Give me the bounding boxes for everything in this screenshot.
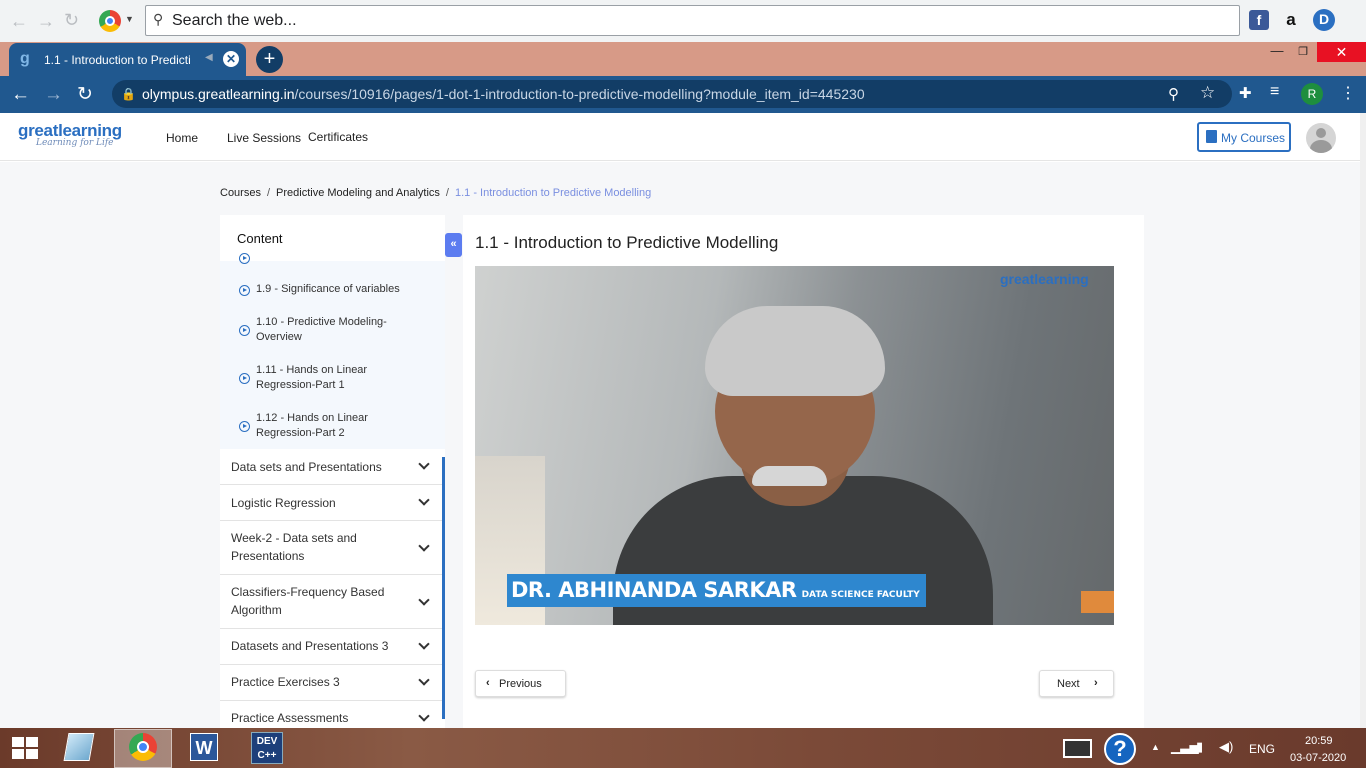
window-close-icon[interactable]: ✕ <box>1317 42 1366 62</box>
back-icon[interactable]: ← <box>10 11 28 32</box>
help-icon[interactable]: ? <box>1104 733 1136 765</box>
chevron-down-icon <box>418 458 430 470</box>
windows-start-icon[interactable] <box>12 737 38 759</box>
chevron-down-icon <box>418 710 430 722</box>
play-circle-icon <box>239 253 250 264</box>
devcpp-icon[interactable]: DEV C++ <box>251 732 283 764</box>
chevron-left-icon: ‹ <box>486 677 490 689</box>
sidebar-scrollbar[interactable] <box>442 457 445 719</box>
collapse-sidebar-button[interactable]: « <box>445 233 462 257</box>
speaker-name-banner: DR. ABHINANDA SARKAR DATA SCIENCE FACULTY <box>507 574 926 607</box>
media-control-icon[interactable]: ≡ <box>1270 83 1279 101</box>
speaker-moustache <box>752 466 827 486</box>
nav-home[interactable]: Home <box>166 131 198 145</box>
network-signal-icon[interactable]: ▁▃▅ <box>1171 740 1199 754</box>
zoom-icon[interactable]: ⚲ <box>1168 85 1179 103</box>
restore-icon[interactable]: ❐ <box>1296 45 1310 63</box>
amazon-icon[interactable]: a <box>1281 10 1301 30</box>
chrome-menu-icon[interactable] <box>99 10 121 32</box>
word-icon[interactable]: W <box>190 733 218 761</box>
web-search-input[interactable]: ⚲ Search the web... <box>145 5 1240 36</box>
speaker-hair <box>705 306 885 396</box>
module-item[interactable]: Practice Exercises 3 <box>220 665 442 701</box>
back-icon[interactable]: ← <box>11 84 30 106</box>
browser-menu-icon[interactable]: ⋮ <box>1340 83 1356 103</box>
chevron-down-icon[interactable]: ▼ <box>125 14 134 24</box>
chevron-right-icon: › <box>1094 677 1098 689</box>
lesson-list: 1.9 - Significance of variables 1.10 - P… <box>220 253 445 449</box>
new-tab-button[interactable]: + <box>256 46 283 73</box>
reload-icon[interactable]: ↻ <box>77 83 93 106</box>
nav-certificates[interactable]: Certificates <box>308 130 368 144</box>
chevron-down-icon <box>418 594 430 606</box>
minimize-icon[interactable]: — <box>1270 43 1284 61</box>
file-explorer-icon[interactable] <box>63 733 95 761</box>
breadcrumb-course[interactable]: Predictive Modeling and Analytics <box>276 187 440 199</box>
content-sidebar: Content 1.9 - Significance of variables … <box>220 215 445 728</box>
lock-icon[interactable]: 🔒 <box>121 87 136 101</box>
forward-icon[interactable]: → <box>37 11 55 32</box>
module-item[interactable]: Classifiers-Frequency Based Algorithm <box>220 575 442 629</box>
search-icon: ⚲ <box>153 11 164 27</box>
module-item[interactable]: Datasets and Presentations 3 <box>220 629 442 665</box>
close-tab-icon[interactable]: ✕ <box>223 51 239 67</box>
breadcrumb-current: 1.1 - Introduction to Predictive Modelli… <box>454 187 652 199</box>
video-background-lamp <box>1081 591 1114 613</box>
play-circle-icon <box>239 421 250 432</box>
module-item[interactable]: Logistic Regression <box>220 485 442 521</box>
tray-expand-icon[interactable]: ▲ <box>1151 742 1160 752</box>
forward-icon[interactable]: → <box>44 84 63 106</box>
book-icon <box>1206 130 1217 143</box>
play-circle-icon <box>239 285 250 296</box>
chevron-down-icon <box>418 494 430 506</box>
chrome-icon[interactable] <box>129 733 157 761</box>
page-scrollbar[interactable] <box>1360 113 1366 728</box>
volume-icon[interactable]: ◀) <box>1219 739 1233 755</box>
extension-d-icon[interactable]: D <box>1313 9 1335 31</box>
url-input[interactable]: olympus.greatlearning.in/courses/10916/p… <box>112 80 1232 108</box>
language-indicator[interactable]: ENG <box>1249 742 1275 756</box>
next-button[interactable]: Next › <box>1039 670 1114 697</box>
logo-tagline: Learning for Life <box>36 138 114 148</box>
profile-avatar[interactable]: R <box>1301 83 1323 105</box>
chevron-down-icon <box>418 540 430 552</box>
clock-date[interactable]: 03-07-2020 <box>1290 752 1346 764</box>
nav-live-sessions[interactable]: Live Sessions <box>227 131 301 145</box>
extensions-puzzle-icon[interactable]: ✚ <box>1239 84 1252 102</box>
video-player[interactable]: greatlearning DR. ABHINANDA SARKAR DATA S… <box>475 266 1114 625</box>
play-circle-icon <box>239 373 250 384</box>
bookmark-star-icon[interactable]: ☆ <box>1200 83 1215 103</box>
module-item[interactable]: Week-2 - Data sets and Presentations <box>220 521 442 575</box>
content-heading: Content <box>237 231 283 246</box>
breadcrumb: Courses / Predictive Modeling and Analytic… <box>220 187 652 199</box>
play-circle-icon <box>239 325 250 336</box>
audio-icon[interactable]: ◀ <box>205 52 213 63</box>
greatlearning-favicon-icon: g <box>20 50 30 67</box>
chevron-down-icon <box>418 674 430 686</box>
battery-icon[interactable]: ▮ <box>1196 739 1203 755</box>
page-title: 1.1 - Introduction to Predictive Modelli… <box>475 233 779 252</box>
breadcrumb-courses[interactable]: Courses <box>220 187 261 199</box>
previous-button[interactable]: ‹ Previous <box>475 670 566 697</box>
video-watermark-logo: greatlearning <box>1000 271 1089 287</box>
keyboard-icon[interactable] <box>1063 739 1092 758</box>
chevron-down-icon <box>418 638 430 650</box>
module-item[interactable]: Practice Assessments <box>220 701 442 728</box>
reload-icon[interactable]: ↻ <box>64 10 79 31</box>
my-courses-button[interactable]: My Courses <box>1197 122 1291 152</box>
clock-time[interactable]: 20:59 <box>1305 735 1333 747</box>
facebook-icon[interactable]: f <box>1249 10 1269 30</box>
site-header <box>0 113 1360 161</box>
user-avatar[interactable] <box>1306 123 1336 153</box>
module-item[interactable]: Data sets and Presentations <box>220 449 442 485</box>
